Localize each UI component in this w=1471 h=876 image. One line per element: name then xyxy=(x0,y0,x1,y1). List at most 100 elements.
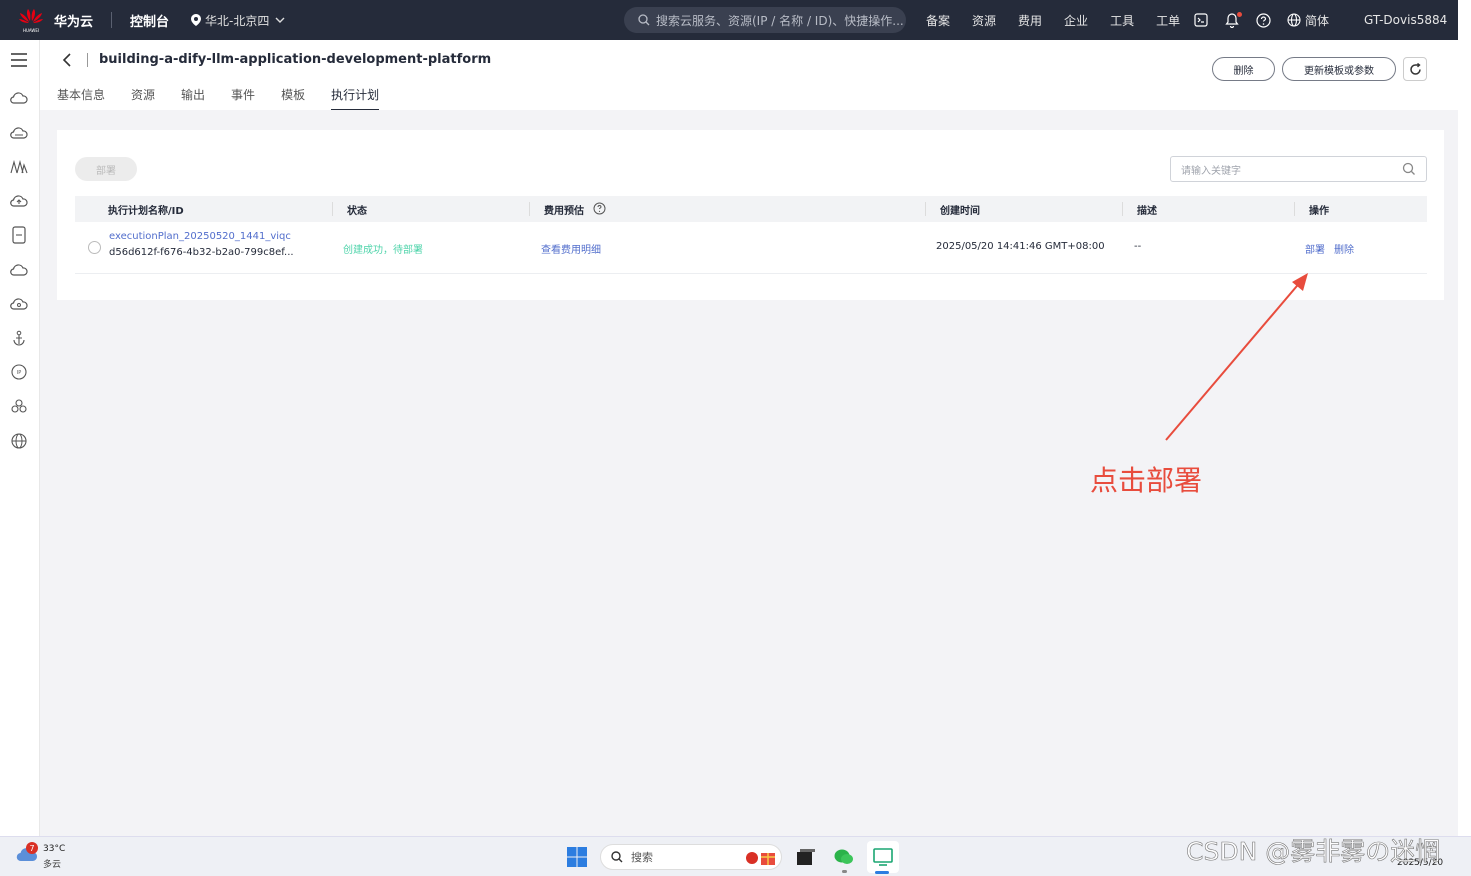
search-icon xyxy=(638,14,650,26)
search-icon xyxy=(611,851,623,863)
help-circle-icon[interactable] xyxy=(593,202,606,215)
cloud-storage-icon[interactable] xyxy=(10,126,28,140)
col-divider xyxy=(1294,202,1295,216)
col-cost: 费用预估 xyxy=(544,206,584,217)
col-divider xyxy=(529,202,530,216)
deploy-button-disabled[interactable]: 部署 xyxy=(75,157,137,181)
app-active-indicator xyxy=(875,871,889,874)
location-pin-icon xyxy=(191,14,202,26)
region-label: 华北-北京四 xyxy=(205,13,270,28)
annotation-label: 点击部署 xyxy=(1090,464,1203,497)
brand-small-text: HUAWEI xyxy=(23,28,39,33)
eip-icon[interactable]: IP xyxy=(11,364,27,380)
left-sidebar: IP xyxy=(0,40,40,836)
col-status: 状态 xyxy=(347,206,367,217)
divider xyxy=(111,12,113,28)
update-template-button[interactable]: 更新模板或参数 xyxy=(1282,57,1396,81)
back-arrow-icon[interactable] xyxy=(62,53,72,67)
deploy-action-link[interactable]: 部署 xyxy=(1305,241,1325,256)
view-cost-link[interactable]: 查看费用明细 xyxy=(541,241,601,256)
user-account[interactable]: GT-Dovis5884 xyxy=(1364,13,1447,27)
delete-action-link[interactable]: 删除 xyxy=(1334,241,1354,256)
tab-basic-info[interactable]: 基本信息 xyxy=(57,86,105,111)
col-name: 执行计划名称/ID xyxy=(108,206,184,217)
app-running-indicator xyxy=(842,870,847,873)
created-time: 2025/05/20 14:41:46 GMT+08:00 xyxy=(936,241,1105,252)
top-navigation-bar: HUAWEI 华为云 控制台 华北-北京四 搜索云服务、资源(IP / 名称 /… xyxy=(0,0,1458,40)
svg-text:IP: IP xyxy=(17,370,22,376)
annotation-arrow xyxy=(1165,273,1308,441)
huawei-logo[interactable]: HUAWEI 华为云 xyxy=(18,7,93,33)
col-divider xyxy=(332,202,333,216)
cloud-shell-icon[interactable] xyxy=(1193,12,1209,28)
top-icons: 简体 xyxy=(1193,0,1329,40)
nav-tools[interactable]: 工具 xyxy=(1110,12,1134,29)
console-link[interactable]: 控制台 xyxy=(130,11,169,30)
modelarts-icon[interactable] xyxy=(10,160,28,174)
weather-widget[interactable]: 7 xyxy=(16,842,38,867)
tab-resources[interactable]: 资源 xyxy=(131,86,155,111)
search-icon[interactable] xyxy=(1402,162,1416,176)
page-title: building-a-dify-llm-application-developm… xyxy=(99,52,492,67)
language-switch[interactable]: 简体 xyxy=(1305,12,1329,29)
temperature: 33°C xyxy=(43,844,66,854)
keyword-search-input[interactable]: 请输入关键字 xyxy=(1170,156,1427,182)
status-text: 创建成功，待部署 xyxy=(343,245,423,256)
col-created: 创建时间 xyxy=(940,206,980,217)
cluster-icon[interactable] xyxy=(10,398,28,414)
weather-text: 多云 xyxy=(43,860,62,870)
refresh-button[interactable] xyxy=(1403,57,1427,81)
nav-resources[interactable]: 资源 xyxy=(972,12,996,29)
tab-execution-plan[interactable]: 执行计划 xyxy=(331,86,380,111)
table-row: executionPlan_20250520_1441_viqc d56d612… xyxy=(75,222,1427,274)
anchor-icon[interactable] xyxy=(11,330,27,346)
nav-enterprise[interactable]: 企业 xyxy=(1064,12,1088,29)
plan-name-link[interactable]: executionPlan_20250520_1441_viqc xyxy=(109,231,291,242)
cloud-server-icon[interactable] xyxy=(10,91,28,105)
title-divider xyxy=(87,53,88,67)
chevron-down-icon xyxy=(275,17,285,23)
delete-stack-button[interactable]: 删除 xyxy=(1212,57,1275,81)
windows-start-icon[interactable] xyxy=(567,847,587,867)
plan-id: d56d612f-f676-4b32-b2a0-799c8ef... xyxy=(109,247,294,258)
refresh-icon xyxy=(1409,62,1421,75)
nav-beian[interactable]: 备案 xyxy=(926,12,950,29)
taskbar-search[interactable]: 搜索 xyxy=(600,844,782,870)
menu-icon[interactable] xyxy=(10,52,28,68)
taskbar-search-label: 搜索 xyxy=(631,851,653,864)
global-search-placeholder: 搜索云服务、资源(IP / 名称 / ID)、快捷操作... xyxy=(656,13,904,28)
detail-tabs: 基本信息 资源 输出 事件 模板 执行计划 xyxy=(57,86,405,111)
col-divider xyxy=(1122,202,1123,216)
region-selector[interactable]: 华北-北京四 xyxy=(191,12,285,29)
world-icon[interactable] xyxy=(11,433,27,449)
task-view-icon[interactable] xyxy=(797,849,815,865)
col-divider xyxy=(925,202,926,216)
remote-desktop-icon[interactable] xyxy=(873,848,893,866)
search-highlight-gift-icon xyxy=(746,852,775,865)
bell-icon[interactable] xyxy=(1224,12,1242,28)
cloud-icon[interactable] xyxy=(10,263,28,277)
top-nav-links: 备案 资源 费用 企业 工具 工单 xyxy=(926,0,1202,40)
help-icon[interactable] xyxy=(1255,12,1271,28)
keyword-search-placeholder: 请输入关键字 xyxy=(1181,165,1241,177)
col-desc: 描述 xyxy=(1137,206,1157,217)
col-action: 操作 xyxy=(1309,206,1329,217)
brand-name: 华为云 xyxy=(54,14,94,30)
cloud-network-icon[interactable] xyxy=(10,297,28,311)
row-radio[interactable] xyxy=(88,241,101,254)
tab-events[interactable]: 事件 xyxy=(231,86,255,111)
weather-badge: 7 xyxy=(26,842,38,854)
wechat-icon[interactable] xyxy=(834,848,854,866)
globe-icon[interactable] xyxy=(1286,12,1302,28)
notification-dot xyxy=(1237,12,1242,17)
huawei-logo-icon: HUAWEI xyxy=(18,7,44,33)
csdn-watermark: CSDN @雾非雾の迷惘 xyxy=(1186,837,1441,867)
cloud-upload-icon[interactable] xyxy=(10,194,28,208)
nav-billing[interactable]: 费用 xyxy=(1018,12,1042,29)
global-search-input[interactable]: 搜索云服务、资源(IP / 名称 / ID)、快捷操作... xyxy=(624,7,906,33)
tab-template[interactable]: 模板 xyxy=(281,86,305,111)
tab-outputs[interactable]: 输出 xyxy=(181,86,205,111)
description: -- xyxy=(1134,241,1142,252)
nav-tickets[interactable]: 工单 xyxy=(1156,12,1180,29)
document-icon[interactable] xyxy=(12,226,26,244)
